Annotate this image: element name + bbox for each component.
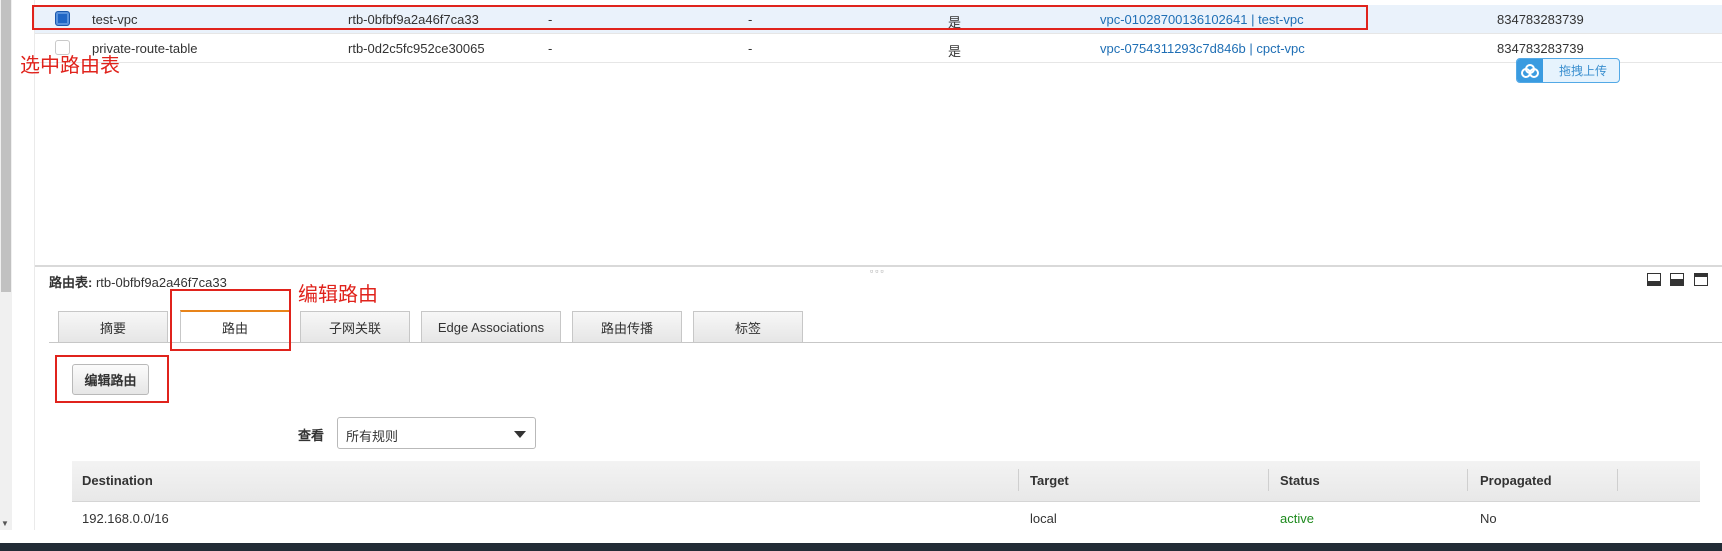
splitter-grip-icon[interactable]: ▫▫▫ (870, 266, 886, 276)
column-status[interactable]: Status (1280, 473, 1320, 488)
row-checkbox[interactable] (55, 11, 70, 26)
edge-associations: - (748, 41, 753, 56)
rule-filter-select[interactable]: 所有规则 (337, 417, 536, 449)
column-target[interactable]: Target (1030, 473, 1069, 488)
tab-summary[interactable]: 摘要 (58, 311, 168, 342)
route-table-name: test-vpc (92, 12, 138, 27)
column-divider (1617, 469, 1618, 491)
minimize-icon[interactable] (1647, 273, 1661, 286)
maximize-icon[interactable] (1694, 273, 1708, 286)
taskbar (0, 543, 1722, 551)
route-propagated: No (1480, 511, 1497, 526)
drag-upload-button[interactable]: 拖拽上传 (1516, 58, 1620, 83)
column-divider (1018, 469, 1019, 491)
page-scrollbar-thumb[interactable] (1, 0, 11, 292)
column-divider (1268, 469, 1269, 491)
cloud-icon (1517, 59, 1543, 82)
main-flag: 是 (948, 15, 962, 30)
details-title-value: rtb-0bfbf9a2a46f7ca33 (95, 275, 227, 290)
routes-table-header: Destination Target Status Propagated (72, 461, 1700, 502)
column-propagated[interactable]: Propagated (1480, 473, 1552, 488)
table-row[interactable]: test-vpc rtb-0bfbf9a2a46f7ca33 - - 是 vpc… (35, 5, 1722, 34)
main-flag: 是 (948, 44, 962, 59)
tabs-divider (49, 342, 1722, 343)
owner-id: 834783283739 (1497, 41, 1584, 56)
left-gutter (12, 0, 35, 530)
tab-route-propagation[interactable]: 路由传播 (572, 311, 682, 342)
annotation-select-route-table: 选中路由表 (20, 55, 120, 77)
column-destination[interactable]: Destination (82, 473, 153, 488)
route-table-id: rtb-0bfbf9a2a46f7ca33 (348, 12, 479, 27)
half-icon[interactable] (1670, 273, 1684, 286)
explicit-subnet-associations: - (548, 41, 553, 56)
route-table-id: rtb-0d2c5fc952ce30065 (348, 41, 485, 56)
route-destination: 192.168.0.0/16 (82, 511, 169, 526)
details-title-label: 路由表: (49, 275, 93, 290)
vpc-link[interactable]: vpc-0754311293c7d846b | cpct-vpc (1100, 41, 1305, 56)
chevron-down-icon (514, 431, 526, 438)
scroll-down-arrow-icon[interactable]: ▼ (1, 520, 9, 528)
tab-tags[interactable]: 标签 (693, 311, 803, 342)
tab-subnet-associations[interactable]: 子网关联 (300, 311, 410, 342)
annotation-edit-route: 编辑路由 (298, 284, 378, 306)
details-title: 路由表: rtb-0bfbf9a2a46f7ca33 (49, 272, 227, 291)
view-filter-label: 查看 (298, 428, 325, 443)
rule-filter-value: 所有规则 (346, 429, 399, 444)
edge-associations: - (748, 12, 753, 27)
drag-upload-label: 拖拽上传 (1559, 64, 1608, 78)
tab-routes[interactable]: 路由 (180, 310, 290, 343)
column-divider (1467, 469, 1468, 491)
route-status: active (1280, 511, 1314, 526)
route-target: local (1030, 511, 1057, 526)
vpc-link[interactable]: vpc-01028700136102641 | test-vpc (1100, 12, 1304, 27)
explicit-subnet-associations: - (548, 12, 553, 27)
table-row[interactable]: private-route-table rtb-0d2c5fc952ce3006… (35, 34, 1722, 63)
edit-routes-button[interactable]: 编辑路由 (72, 364, 149, 395)
owner-id: 834783283739 (1497, 12, 1584, 27)
tab-edge-associations[interactable]: Edge Associations (421, 311, 561, 342)
